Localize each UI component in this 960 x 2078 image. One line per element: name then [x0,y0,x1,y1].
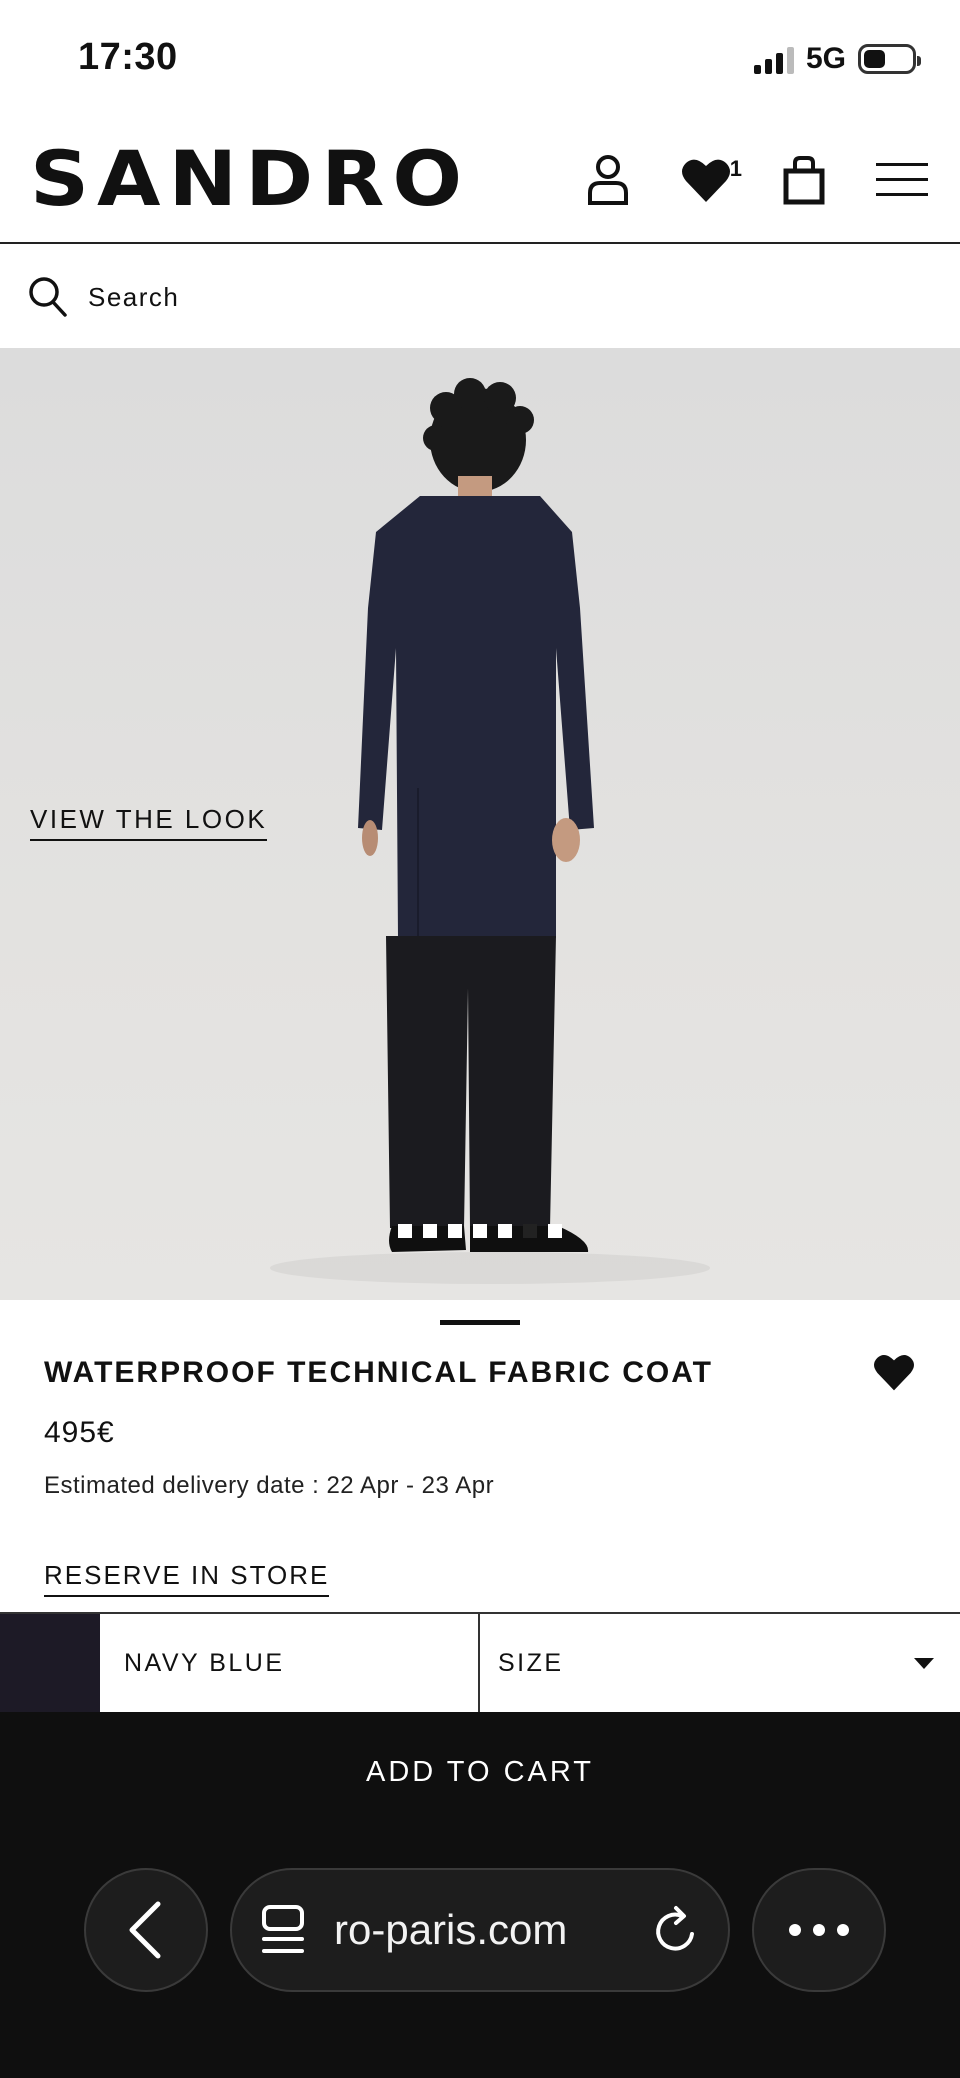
product-price: 495€ [44,1416,115,1449]
add-to-wishlist-button[interactable] [872,1352,920,1400]
search-bar[interactable]: Search [0,246,960,348]
bottom-panel: ADD TO CART ro-paris.com [0,1712,960,2078]
status-time: 17:30 [78,36,178,78]
account-icon[interactable] [576,148,640,212]
menu-icon[interactable] [870,148,934,212]
brand-logo[interactable]: SANDRO [30,136,470,223]
color-swatch[interactable] [0,1614,100,1712]
back-button[interactable] [84,1868,208,1992]
search-label: Search [88,281,180,312]
shopping-bag-icon[interactable] [772,148,836,212]
size-selector[interactable]: SIZE [480,1614,960,1712]
color-selector[interactable]: NAVY BLUE [100,1614,480,1712]
signal-icon [753,44,794,74]
tabs-icon [262,1905,304,1953]
variant-selector: NAVY BLUE SIZE [0,1612,960,1712]
url-text: ro-paris.com [334,1906,568,1953]
gallery-dot[interactable] [398,1224,412,1238]
add-to-cart-button[interactable]: ADD TO CART [0,1712,960,1832]
chevron-left-icon [129,1901,161,1959]
gallery-dot[interactable] [448,1224,462,1238]
gallery-pagination[interactable] [398,1224,562,1238]
product-title: WATERPROOF TECHNICAL FABRIC COAT [44,1356,713,1389]
more-icon [789,1924,849,1936]
gallery-dot[interactable] [498,1224,512,1238]
view-the-look-link[interactable]: VIEW THE LOOK [30,804,268,841]
product-image[interactable]: VIEW THE LOOK [0,348,960,1300]
gallery-dot[interactable] [523,1224,537,1238]
network-label: 5G [805,42,846,75]
gallery-dot[interactable] [473,1224,487,1238]
heart-icon [682,159,730,202]
wishlist-count: 1 [729,156,742,181]
browser-toolbar: ro-paris.com [0,1868,960,1994]
reserve-in-store-link[interactable]: RESERVE IN STORE [44,1560,330,1597]
more-options-button[interactable] [752,1868,886,1992]
status-bar: 17:30 5G [0,0,960,120]
delivery-estimate: Estimated delivery date : 22 Apr - 23 Ap… [44,1472,495,1499]
battery-icon [858,44,921,74]
site-header: SANDRO 1 [0,120,960,244]
size-label: SIZE [498,1648,564,1677]
address-bar[interactable]: ro-paris.com [230,1868,730,1992]
gallery-dot[interactable] [548,1224,562,1238]
status-indicators: 5G [753,42,921,76]
reload-icon [656,1906,694,1951]
wishlist-button[interactable]: 1 [674,148,742,212]
sheet-handle[interactable] [440,1320,520,1325]
search-icon [29,277,67,317]
header-icons: 1 [542,148,934,212]
heart-icon [874,1355,914,1391]
gallery-dot[interactable] [423,1224,437,1238]
chevron-down-icon [914,1657,934,1669]
